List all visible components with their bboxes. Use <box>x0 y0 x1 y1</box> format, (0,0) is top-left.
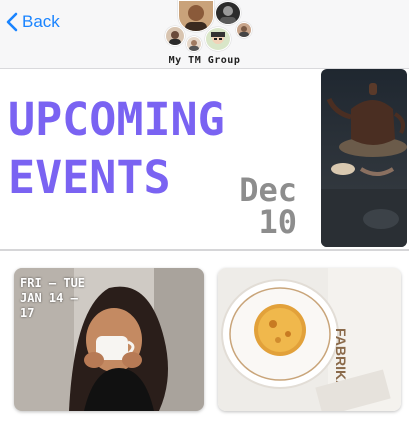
page-title: UPCOMING EVENTS <box>8 91 225 207</box>
avatar[interactable] <box>205 27 231 51</box>
featured-month: Dec <box>239 171 297 209</box>
avatar[interactable] <box>178 0 214 32</box>
title-line-2: EVENTS <box>8 151 171 204</box>
upcoming-events-header: UPCOMING EVENTS Dec 10 <box>0 69 409 251</box>
chevron-left-icon <box>6 12 18 32</box>
back-label: Back <box>22 12 60 31</box>
avatar[interactable] <box>165 26 185 46</box>
event-date: FRI – TUE JAN 14 –17 <box>20 276 86 320</box>
event-card[interactable]: FRI – TUE JAN 14 –17 <box>14 268 204 411</box>
group-name[interactable]: My TM Group <box>0 55 409 66</box>
avatar[interactable] <box>215 1 241 25</box>
event-card[interactable]: FABRIKA <box>218 268 401 411</box>
navigation-bar: Back My TM Group <box>0 0 409 69</box>
avatar[interactable] <box>236 22 252 38</box>
featured-date: Dec 10 <box>239 174 297 238</box>
title-line-1: UPCOMING <box>8 93 225 146</box>
featured-day: 10 <box>258 203 297 241</box>
back-button[interactable]: Back <box>6 9 60 35</box>
featured-event-image[interactable] <box>321 69 407 247</box>
avatar[interactable] <box>186 36 202 52</box>
